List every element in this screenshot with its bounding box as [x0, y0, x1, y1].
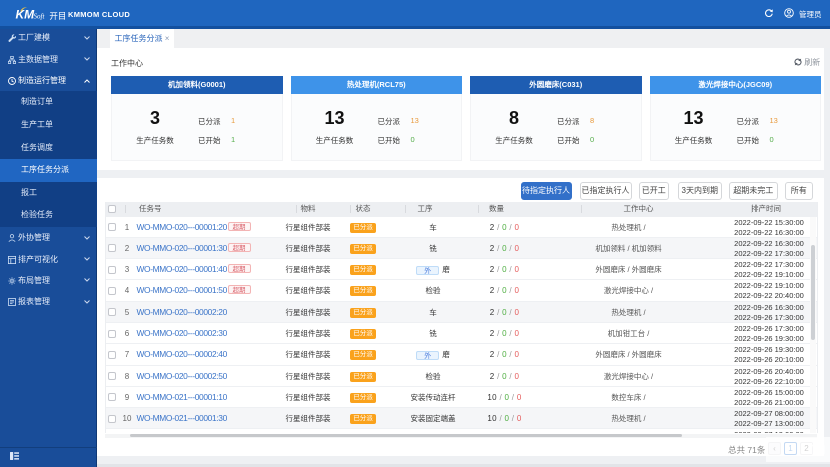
svg-text:开目: 开目 [49, 11, 66, 21]
svg-text:Soft: Soft [34, 13, 46, 21]
svg-text:KM: KM [16, 8, 36, 22]
